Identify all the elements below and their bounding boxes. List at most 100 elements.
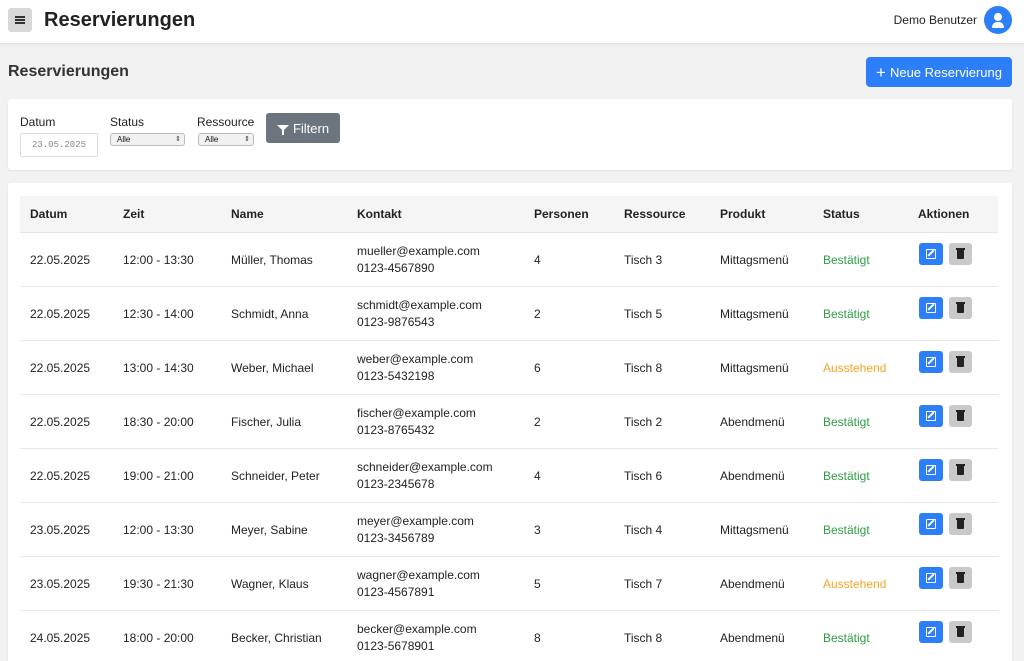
- edit-button[interactable]: [919, 513, 943, 535]
- edit-button[interactable]: [919, 351, 943, 373]
- delete-button[interactable]: [949, 621, 972, 643]
- delete-button[interactable]: [949, 459, 972, 481]
- row-date: 23.05.2025: [30, 577, 91, 591]
- row-persons: 3: [534, 523, 541, 537]
- trash-icon: [956, 248, 965, 259]
- delete-button[interactable]: [949, 297, 972, 319]
- date-filter-input[interactable]: 23.05.2025: [20, 133, 98, 157]
- status-filter-label: Status: [110, 115, 145, 129]
- row-phone: 0123-4567890: [357, 261, 435, 275]
- row-date: 23.05.2025: [30, 523, 91, 537]
- trash-icon: [956, 356, 965, 367]
- edit-button[interactable]: [919, 243, 943, 265]
- row-time: 12:00 - 13:30: [123, 253, 194, 267]
- row-email: weber@example.com: [357, 352, 474, 366]
- column-header-actions: Aktionen: [918, 207, 970, 221]
- row-time: 12:00 - 13:30: [123, 523, 194, 537]
- trash-icon: [956, 572, 965, 583]
- new-reservation-label: Neue Reservierung: [889, 64, 1002, 80]
- row-product: Abendmenü: [720, 469, 785, 483]
- row-email: becker@example.com: [357, 622, 477, 636]
- resource-filter-value: Alle: [205, 135, 219, 144]
- row-product: Mittagsmenü: [720, 361, 789, 375]
- column-header-persons[interactable]: Personen: [534, 196, 589, 233]
- row-contact: fischer@example.com 0123-8765432: [357, 405, 476, 439]
- row-status-badge: Bestätigt: [823, 469, 870, 483]
- row-email: meyer@example.com: [357, 514, 474, 528]
- filter-button[interactable]: Filtern: [266, 113, 340, 143]
- user-name[interactable]: Demo Benutzer: [894, 13, 977, 27]
- row-contact: schneider@example.com 0123-2345678: [357, 459, 493, 493]
- row-contact: wagner@example.com 0123-4567891: [357, 567, 480, 601]
- edit-icon: [926, 519, 936, 529]
- row-resource: Tisch 8: [624, 361, 663, 375]
- filter-button-label: Filtern: [292, 120, 330, 136]
- app-title: Reservierungen: [44, 9, 196, 31]
- row-name: Weber, Michael: [231, 361, 314, 375]
- filter-panel: Datum 23.05.2025 Status Alle ⇕ Ressource…: [8, 99, 1012, 170]
- column-header-product[interactable]: Produkt: [720, 196, 765, 233]
- edit-button[interactable]: [919, 459, 943, 481]
- edit-icon: [926, 249, 936, 259]
- page-title: Reservierungen: [8, 63, 129, 80]
- row-product: Abendmenü: [720, 577, 785, 591]
- table-row: 23.05.2025 19:30 - 21:30 Wagner, Klaus w…: [20, 557, 998, 611]
- row-persons: 2: [534, 415, 541, 429]
- row-persons: 4: [534, 469, 541, 483]
- edit-button[interactable]: [919, 297, 943, 319]
- row-status-badge: Ausstehend: [823, 361, 887, 375]
- column-header-contact[interactable]: Kontakt: [357, 196, 402, 233]
- resource-filter-select[interactable]: Alle ⇕: [198, 133, 254, 146]
- row-email: wagner@example.com: [357, 568, 480, 582]
- row-time: 18:30 - 20:00: [123, 415, 194, 429]
- delete-button[interactable]: [949, 351, 972, 373]
- row-time: 13:00 - 14:30: [123, 361, 194, 375]
- row-phone: 0123-2345678: [357, 477, 435, 491]
- column-header-time[interactable]: Zeit: [123, 196, 144, 233]
- row-phone: 0123-5432198: [357, 369, 435, 383]
- row-date: 22.05.2025: [30, 307, 91, 321]
- edit-button[interactable]: [919, 621, 943, 643]
- user-avatar[interactable]: [984, 6, 1012, 34]
- edit-icon: [926, 357, 936, 367]
- delete-button[interactable]: [949, 513, 972, 535]
- column-header-name[interactable]: Name: [231, 196, 264, 233]
- edit-button[interactable]: [919, 405, 943, 427]
- row-product: Mittagsmenü: [720, 253, 789, 267]
- status-filter-select[interactable]: Alle ⇕: [110, 133, 185, 146]
- delete-button[interactable]: [949, 405, 972, 427]
- edit-icon: [926, 411, 936, 421]
- column-header-status[interactable]: Status: [823, 196, 860, 233]
- row-product: Mittagsmenü: [720, 307, 789, 321]
- row-date: 22.05.2025: [30, 253, 91, 267]
- table-row: 22.05.2025 18:30 - 20:00 Fischer, Julia …: [20, 395, 998, 449]
- select-arrows-icon: ⇕: [244, 136, 250, 143]
- row-resource: Tisch 2: [624, 415, 663, 429]
- new-reservation-button[interactable]: + Neue Reservierung: [866, 57, 1012, 87]
- menu-button[interactable]: [8, 8, 32, 32]
- delete-button[interactable]: [949, 243, 972, 265]
- row-status-badge: Bestätigt: [823, 415, 870, 429]
- row-name: Meyer, Sabine: [231, 523, 308, 537]
- edit-icon: [926, 465, 936, 475]
- column-header-resource[interactable]: Ressource: [624, 196, 685, 233]
- table-row: 22.05.2025 12:00 - 13:30 Müller, Thomas …: [20, 233, 998, 287]
- row-name: Schmidt, Anna: [231, 307, 309, 321]
- column-header-date[interactable]: Datum: [30, 196, 67, 233]
- row-phone: 0123-5678901: [357, 639, 435, 653]
- reservations-table: Datum Zeit Name Kontakt Personen Ressour…: [8, 183, 1012, 661]
- row-time: 19:30 - 21:30: [123, 577, 194, 591]
- table-header: Datum Zeit Name Kontakt Personen Ressour…: [20, 196, 998, 233]
- delete-button[interactable]: [949, 567, 972, 589]
- row-email: schmidt@example.com: [357, 298, 482, 312]
- status-filter-value: Alle: [117, 135, 131, 144]
- edit-icon: [926, 303, 936, 313]
- edit-button[interactable]: [919, 567, 943, 589]
- resource-filter-label: Ressource: [197, 115, 255, 129]
- row-resource: Tisch 5: [624, 307, 663, 321]
- row-name: Wagner, Klaus: [231, 577, 309, 591]
- row-product: Abendmenü: [720, 631, 785, 645]
- row-email: mueller@example.com: [357, 244, 480, 258]
- row-persons: 2: [534, 307, 541, 321]
- table-row: 22.05.2025 13:00 - 14:30 Weber, Michael …: [20, 341, 998, 395]
